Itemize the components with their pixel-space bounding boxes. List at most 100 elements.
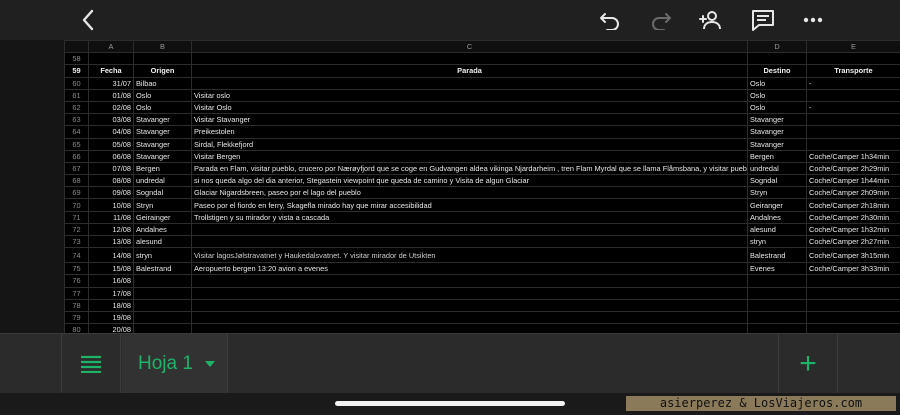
cell-origen[interactable]: alesund: [133, 234, 192, 249]
cell-transporte[interactable]: Coche/Camper 3h15min: [806, 247, 900, 264]
cell-date[interactable]: 10/08: [88, 198, 134, 212]
cell-destino[interactable]: Balestrand: [747, 247, 807, 264]
row-number[interactable]: 64: [64, 125, 89, 139]
cell-origen[interactable]: [133, 286, 192, 300]
row-number[interactable]: 79: [64, 310, 89, 325]
row-number[interactable]: 77: [64, 286, 89, 300]
row-number[interactable]: 70: [64, 198, 89, 212]
more-icon[interactable]: [798, 0, 828, 40]
cell-origen[interactable]: Oslo: [133, 88, 192, 102]
cell-origen[interactable]: Stavanger: [133, 113, 192, 127]
cell-origen[interactable]: Bilbao: [133, 76, 192, 90]
cell-origen[interactable]: Stavanger: [133, 149, 192, 163]
row-number[interactable]: 63: [64, 113, 89, 127]
add-sheet-button[interactable]: +: [778, 334, 838, 394]
column-header[interactable]: A: [88, 40, 134, 54]
cell-transporte[interactable]: [806, 88, 900, 102]
cell-transporte[interactable]: Coche/Camper 2h18min: [806, 198, 900, 212]
cell-transporte[interactable]: Coche/Camper 2h30min: [806, 210, 900, 224]
cell-parada[interactable]: [191, 310, 748, 325]
cell-parada[interactable]: Visitar Bergen: [191, 149, 748, 163]
cell-transporte[interactable]: Coche/Camper 1h32min: [806, 222, 900, 237]
cell-date[interactable]: 04/08: [88, 125, 134, 139]
spreadsheet-grid[interactable]: A B C D E 58 59 Fecha Origen Parada Destino Tr…: [0, 40, 900, 333]
cell-origen[interactable]: [133, 52, 192, 66]
cell-parada[interactable]: [191, 274, 748, 288]
row-number[interactable]: 62: [64, 100, 89, 115]
add-person-icon[interactable]: [694, 0, 728, 40]
cell-origen[interactable]: Stryn: [133, 198, 192, 212]
cell-date[interactable]: 06/08: [88, 149, 134, 163]
row-number[interactable]: 68: [64, 174, 89, 188]
row-number[interactable]: 60: [64, 76, 89, 90]
cell-origen[interactable]: Balestrand: [133, 262, 192, 276]
row-number[interactable]: 80: [64, 323, 89, 333]
chevron-down-icon[interactable]: [204, 361, 215, 367]
row-number[interactable]: 58: [64, 52, 89, 66]
cell-destino[interactable]: Stavanger: [747, 137, 807, 151]
cell-parada[interactable]: Parada: [191, 64, 748, 78]
cell-parada[interactable]: Sirdal, Flekkefjord: [191, 137, 748, 151]
cell-date[interactable]: 08/08: [88, 174, 134, 188]
cell-origen[interactable]: [133, 323, 192, 333]
row-number[interactable]: 69: [64, 186, 89, 200]
cell-destino[interactable]: Oslo: [747, 100, 807, 115]
cell-date[interactable]: 18/08: [88, 298, 134, 312]
column-header[interactable]: D: [747, 40, 807, 54]
cell-date[interactable]: 14/08: [88, 247, 134, 264]
cell-transporte[interactable]: Transporte: [806, 64, 900, 78]
cell-destino[interactable]: Evenes: [747, 262, 807, 276]
row-number[interactable]: 78: [64, 298, 89, 312]
cell-destino[interactable]: alesund: [747, 222, 807, 237]
cell-transporte[interactable]: [806, 125, 900, 139]
cell-origen[interactable]: Geirainger: [133, 210, 192, 224]
row-number[interactable]: 71: [64, 210, 89, 224]
cell-transporte[interactable]: Coche/Camper 3h33min: [806, 262, 900, 276]
cell-destino[interactable]: [747, 298, 807, 312]
cell-date[interactable]: 15/08: [88, 262, 134, 276]
cell-transporte[interactable]: [806, 52, 900, 66]
cell-origen[interactable]: stryn: [133, 247, 192, 264]
cell-destino[interactable]: Stavanger: [747, 113, 807, 127]
cell-origen[interactable]: Stavanger: [133, 125, 192, 139]
cell-date[interactable]: [88, 52, 134, 66]
cell-date[interactable]: 20/08: [88, 323, 134, 333]
cell-origen[interactable]: Stavanger: [133, 137, 192, 151]
cell-parada[interactable]: Parada en Flam, visitar pueblo, crucero …: [191, 161, 748, 176]
corner-cell[interactable]: [64, 40, 89, 54]
cell-parada[interactable]: Aeropuerto bergen 13:20 avion a evenes: [191, 262, 748, 276]
cell-transporte[interactable]: -: [806, 100, 900, 115]
cell-transporte[interactable]: [806, 298, 900, 312]
cell-transporte[interactable]: Coche/Camper 2h09min: [806, 186, 900, 200]
cell-date[interactable]: 17/08: [88, 286, 134, 300]
sheets-list-button[interactable]: [61, 334, 121, 394]
cell-transporte[interactable]: Coche/Camper 1h34min: [806, 149, 900, 163]
cell-destino[interactable]: Stavanger: [747, 125, 807, 139]
cell-parada[interactable]: Trollstigen y su mirador y vista a casca…: [191, 210, 748, 224]
cell-parada[interactable]: [191, 76, 748, 90]
cell-transporte[interactable]: [806, 310, 900, 325]
cell-destino[interactable]: Geiranger: [747, 198, 807, 212]
redo-icon[interactable]: [645, 0, 677, 40]
cell-origen[interactable]: Sogndal: [133, 186, 192, 200]
cell-destino[interactable]: stryn: [747, 234, 807, 249]
cell-origen[interactable]: Andalnes: [133, 222, 192, 237]
comment-icon[interactable]: [747, 0, 779, 40]
cell-parada[interactable]: Glaciar Nigardsbreen, paseo por el lago …: [191, 186, 748, 200]
cell-parada[interactable]: [191, 52, 748, 66]
cell-destino[interactable]: Oslo: [747, 76, 807, 90]
cell-date[interactable]: 02/08: [88, 100, 134, 115]
sheet-tab[interactable]: Hoja 1: [122, 334, 228, 394]
row-number[interactable]: 76: [64, 274, 89, 288]
cell-destino[interactable]: undredal: [747, 161, 807, 176]
row-number[interactable]: 67: [64, 161, 89, 176]
cell-date[interactable]: 05/08: [88, 137, 134, 151]
cell-date[interactable]: 16/08: [88, 274, 134, 288]
row-number[interactable]: 66: [64, 149, 89, 163]
cell-destino[interactable]: [747, 274, 807, 288]
cell-parada[interactable]: [191, 323, 748, 333]
cell-destino[interactable]: Oslo: [747, 88, 807, 102]
row-number[interactable]: 61: [64, 88, 89, 102]
cell-parada[interactable]: Visitar oslo: [191, 88, 748, 102]
cell-origen[interactable]: Origen: [133, 64, 192, 78]
